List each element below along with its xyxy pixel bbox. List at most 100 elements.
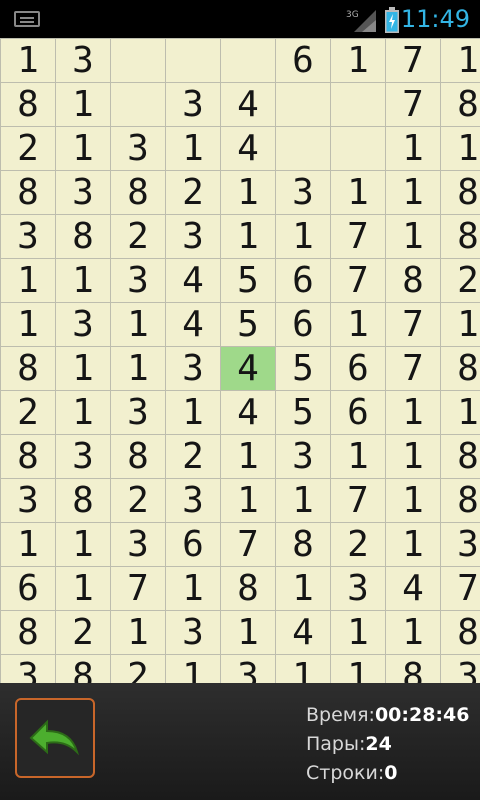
grid-cell[interactable]: 3 [220,654,276,683]
grid-cell[interactable]: 1 [165,390,221,435]
grid-cell[interactable]: 3 [55,302,111,347]
grid-cell[interactable]: 7 [330,214,386,259]
grid-cell[interactable]: 8 [55,654,111,683]
grid-cell[interactable]: 3 [275,434,331,479]
grid-cell[interactable]: 2 [165,434,221,479]
grid-cell[interactable]: 1 [330,610,386,655]
grid-cell[interactable]: 6 [275,258,331,303]
grid-cell[interactable]: 8 [110,170,166,215]
grid-cell[interactable]: 2 [440,258,480,303]
grid-cell[interactable]: 3 [440,654,480,683]
grid-cell[interactable]: 7 [385,302,441,347]
grid-cell[interactable]: 8 [0,170,56,215]
grid-cell[interactable]: 4 [385,566,441,611]
grid-cell[interactable]: 8 [385,654,441,683]
grid-cell[interactable]: 1 [55,258,111,303]
grid-cell[interactable]: 1 [385,170,441,215]
grid-cell[interactable]: 1 [275,214,331,259]
grid-cell[interactable]: 2 [165,170,221,215]
grid-cell[interactable]: 6 [275,38,331,83]
grid-cell[interactable]: 1 [220,610,276,655]
grid-cell[interactable]: 4 [220,82,276,127]
grid-cell[interactable] [165,38,221,83]
grid-cell[interactable]: 1 [385,434,441,479]
grid-cell[interactable]: 7 [330,258,386,303]
grid-cell[interactable] [110,82,166,127]
grid-cell[interactable]: 6 [330,346,386,391]
grid-cell[interactable]: 1 [385,126,441,171]
grid-cell[interactable]: 2 [0,390,56,435]
grid-cell[interactable] [275,82,331,127]
grid-cell[interactable] [110,38,166,83]
grid-cell[interactable]: 3 [0,654,56,683]
grid-cell[interactable]: 1 [385,522,441,567]
grid-cell[interactable]: 5 [275,390,331,435]
grid-cell[interactable]: 8 [440,214,480,259]
grid-cell[interactable]: 8 [440,170,480,215]
grid-cell[interactable]: 7 [385,346,441,391]
grid-cell[interactable]: 8 [0,82,56,127]
grid-cell[interactable]: 2 [110,214,166,259]
grid-cell[interactable]: 1 [55,346,111,391]
grid-cell[interactable]: 6 [275,302,331,347]
grid-cell[interactable]: 5 [220,302,276,347]
grid-cell[interactable]: 1 [220,478,276,523]
grid-cell[interactable]: 1 [165,126,221,171]
grid-cell[interactable]: 1 [110,610,166,655]
grid-cell[interactable]: 1 [440,390,480,435]
grid-cell[interactable]: 1 [330,170,386,215]
grid-cell[interactable]: 5 [220,258,276,303]
grid-cell[interactable]: 7 [220,522,276,567]
grid-cell[interactable]: 8 [440,610,480,655]
grid-cell[interactable]: 1 [440,126,480,171]
grid-cell[interactable]: 3 [110,390,166,435]
grid-cell[interactable]: 3 [110,126,166,171]
grid-cell[interactable]: 3 [165,214,221,259]
grid-cell[interactable]: 1 [275,654,331,683]
grid-cell[interactable]: 1 [55,126,111,171]
grid-cell[interactable]: 2 [110,478,166,523]
grid-cell[interactable]: 1 [220,170,276,215]
grid-cell[interactable]: 1 [55,522,111,567]
grid-cell[interactable] [220,38,276,83]
grid-cell[interactable]: 1 [55,390,111,435]
grid-cell[interactable]: 1 [55,82,111,127]
grid-cell[interactable]: 3 [440,522,480,567]
grid-cell[interactable]: 1 [330,654,386,683]
grid-cell[interactable]: 1 [165,566,221,611]
grid-cell[interactable]: 8 [440,434,480,479]
grid-cell[interactable]: 6 [165,522,221,567]
grid-cell[interactable]: 1 [440,38,480,83]
grid-cell[interactable]: 8 [110,434,166,479]
grid-cell[interactable]: 2 [0,126,56,171]
grid-cell[interactable]: 1 [385,214,441,259]
grid-cell[interactable]: 3 [55,434,111,479]
grid-cell[interactable]: 3 [165,346,221,391]
grid-cell[interactable]: 3 [0,214,56,259]
grid-cell[interactable]: 3 [0,478,56,523]
grid-cell[interactable] [330,82,386,127]
grid-cell[interactable] [330,126,386,171]
grid-cell[interactable]: 8 [0,610,56,655]
grid-cell[interactable]: 4 [220,346,276,391]
grid-cell[interactable]: 4 [220,390,276,435]
grid-cell[interactable]: 8 [440,478,480,523]
grid-cell[interactable]: 6 [0,566,56,611]
grid-cell[interactable]: 8 [275,522,331,567]
grid-cell[interactable]: 3 [55,38,111,83]
grid-cell[interactable]: 7 [440,566,480,611]
grid-cell[interactable]: 3 [55,170,111,215]
grid-cell[interactable]: 5 [275,346,331,391]
grid-cell[interactable]: 1 [385,390,441,435]
grid-cell[interactable]: 2 [330,522,386,567]
grid-cell[interactable]: 1 [220,214,276,259]
grid-cell[interactable]: 4 [165,302,221,347]
grid-cell[interactable]: 1 [220,434,276,479]
grid-cell[interactable]: 3 [165,610,221,655]
grid-cell[interactable]: 8 [55,478,111,523]
grid-cell[interactable]: 1 [55,566,111,611]
grid-cell[interactable]: 3 [275,170,331,215]
grid-cell[interactable]: 3 [165,478,221,523]
grid-cell[interactable]: 1 [275,566,331,611]
grid-cell[interactable]: 1 [440,302,480,347]
